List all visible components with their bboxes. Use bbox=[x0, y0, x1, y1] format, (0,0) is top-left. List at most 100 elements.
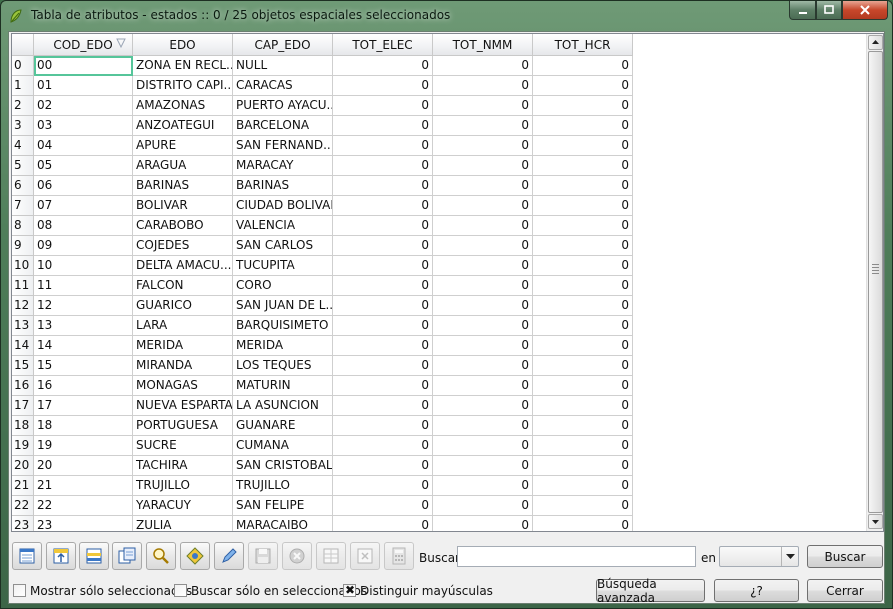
pan-to-selection-button[interactable] bbox=[180, 542, 210, 570]
table-cell[interactable]: TRUJILLO bbox=[133, 476, 233, 496]
table-cell[interactable]: 0 bbox=[333, 496, 433, 516]
copy-selected-rows-button[interactable] bbox=[112, 542, 142, 570]
table-row[interactable]: 19 19 SUCRE CUMANA 0 0 0 bbox=[12, 436, 633, 456]
table-cell[interactable]: 0 bbox=[533, 496, 633, 516]
combo-dropdown[interactable] bbox=[781, 547, 798, 566]
show-selected-only-checkbox[interactable] bbox=[13, 584, 26, 597]
table-cell[interactable]: DELTA AMACU... bbox=[133, 256, 233, 276]
table-cell[interactable]: MARACAY bbox=[233, 156, 333, 176]
table-cell[interactable]: 0 bbox=[533, 136, 633, 156]
table-cell[interactable]: AMAZONAS bbox=[133, 96, 233, 116]
table-cell[interactable]: 0 bbox=[333, 96, 433, 116]
table-corner-button[interactable] bbox=[12, 34, 34, 56]
table-cell[interactable]: PORTUGUESA bbox=[133, 416, 233, 436]
row-header[interactable]: 20 bbox=[12, 456, 34, 476]
table-cell[interactable]: 0 bbox=[333, 476, 433, 496]
table-cell[interactable]: 0 bbox=[433, 316, 533, 336]
table-cell[interactable]: NULL bbox=[233, 56, 333, 76]
row-header[interactable]: 15 bbox=[12, 356, 34, 376]
table-cell[interactable]: 0 bbox=[433, 156, 533, 176]
table-cell[interactable]: ANZOATEGUI bbox=[133, 116, 233, 136]
table-cell[interactable]: 21 bbox=[34, 476, 133, 496]
row-header[interactable]: 16 bbox=[12, 376, 34, 396]
table-cell[interactable]: 0 bbox=[333, 336, 433, 356]
table-cell[interactable]: 23 bbox=[34, 516, 133, 531]
table-cell[interactable]: 02 bbox=[34, 96, 133, 116]
table-cell[interactable]: 17 bbox=[34, 396, 133, 416]
table-row[interactable]: 17 17 NUEVA ESPARTA LA ASUNCION 0 0 0 bbox=[12, 396, 633, 416]
row-header[interactable]: 8 bbox=[12, 216, 34, 236]
table-cell[interactable]: ZULIA bbox=[133, 516, 233, 531]
table-row[interactable]: 6 06 BARINAS BARINAS 0 0 0 bbox=[12, 176, 633, 196]
table-cell[interactable]: 0 bbox=[433, 216, 533, 236]
table-cell[interactable]: 0 bbox=[433, 96, 533, 116]
table-cell[interactable]: 12 bbox=[34, 296, 133, 316]
table-row[interactable]: 8 08 CARABOBO VALENCIA 0 0 0 bbox=[12, 216, 633, 236]
column-header-tot-elec[interactable]: TOT_ELEC bbox=[333, 34, 433, 56]
table-cell[interactable]: 16 bbox=[34, 376, 133, 396]
table-cell[interactable]: VALENCIA bbox=[233, 216, 333, 236]
column-header-tot-nmm[interactable]: TOT_NMM bbox=[433, 34, 533, 56]
table-cell[interactable]: 0 bbox=[333, 56, 433, 76]
table-row[interactable]: 16 16 MONAGAS MATURIN 0 0 0 bbox=[12, 376, 633, 396]
table-cell[interactable]: 0 bbox=[433, 136, 533, 156]
table-cell[interactable]: GUANARE bbox=[233, 416, 333, 436]
table-cell[interactable]: 0 bbox=[433, 436, 533, 456]
table-cell[interactable]: PUERTO AYACU... bbox=[233, 96, 333, 116]
table-cell[interactable]: 0 bbox=[433, 236, 533, 256]
table-cell[interactable]: 03 bbox=[34, 116, 133, 136]
scroll-down-button[interactable] bbox=[868, 514, 883, 529]
row-header[interactable]: 4 bbox=[12, 136, 34, 156]
table-cell[interactable]: CARACAS bbox=[233, 76, 333, 96]
table-cell[interactable]: 0 bbox=[533, 196, 633, 216]
search-selected-only-checkbox[interactable] bbox=[174, 584, 187, 597]
table-row[interactable]: 23 23 ZULIA MARACAIBO 0 0 0 bbox=[12, 516, 633, 531]
table-cell[interactable]: 0 bbox=[333, 236, 433, 256]
table-cell[interactable]: SAN FELIPE bbox=[233, 496, 333, 516]
table-cell[interactable]: 04 bbox=[34, 136, 133, 156]
zoom-to-selection-button[interactable] bbox=[146, 542, 176, 570]
table-row[interactable]: 18 18 PORTUGUESA GUANARE 0 0 0 bbox=[12, 416, 633, 436]
table-cell[interactable]: 0 bbox=[533, 76, 633, 96]
table-cell[interactable]: 00 bbox=[34, 56, 133, 76]
table-cell[interactable]: 10 bbox=[34, 256, 133, 276]
table-cell[interactable]: CUMANA bbox=[233, 436, 333, 456]
table-cell[interactable]: 0 bbox=[433, 76, 533, 96]
toggle-editing-button[interactable] bbox=[214, 542, 244, 570]
table-cell[interactable]: ARAGUA bbox=[133, 156, 233, 176]
close-button[interactable]: Cerrar bbox=[807, 579, 883, 602]
table-cell[interactable]: 0 bbox=[533, 116, 633, 136]
row-header[interactable]: 2 bbox=[12, 96, 34, 116]
table-cell[interactable]: 0 bbox=[433, 116, 533, 136]
table-cell[interactable]: 07 bbox=[34, 196, 133, 216]
row-header[interactable]: 5 bbox=[12, 156, 34, 176]
table-cell[interactable]: BOLIVAR bbox=[133, 196, 233, 216]
table-cell[interactable]: 19 bbox=[34, 436, 133, 456]
table-cell[interactable]: BARINAS bbox=[133, 176, 233, 196]
table-cell[interactable]: MIRANDA bbox=[133, 356, 233, 376]
row-header[interactable]: 12 bbox=[12, 296, 34, 316]
table-cell[interactable]: 0 bbox=[333, 396, 433, 416]
table-cell[interactable]: 0 bbox=[333, 136, 433, 156]
table-cell[interactable]: 0 bbox=[533, 376, 633, 396]
case-sensitive-checkbox[interactable]: ✖ bbox=[343, 583, 356, 597]
table-row[interactable]: 12 12 GUARICO SAN JUAN DE L... 0 0 0 bbox=[12, 296, 633, 316]
table-cell[interactable]: 0 bbox=[533, 476, 633, 496]
table-row[interactable]: 3 03 ANZOATEGUI BARCELONA 0 0 0 bbox=[12, 116, 633, 136]
table-row[interactable]: 15 15 MIRANDA LOS TEQUES 0 0 0 bbox=[12, 356, 633, 376]
table-cell[interactable]: 0 bbox=[333, 276, 433, 296]
search-button[interactable]: Buscar bbox=[807, 545, 883, 568]
table-cell[interactable]: 18 bbox=[34, 416, 133, 436]
table-cell[interactable]: 0 bbox=[533, 96, 633, 116]
table-cell[interactable]: CARABOBO bbox=[133, 216, 233, 236]
table-cell[interactable]: SAN CARLOS bbox=[233, 236, 333, 256]
table-cell[interactable]: BARINAS bbox=[233, 176, 333, 196]
table-cell[interactable]: SAN FERNAND... bbox=[233, 136, 333, 156]
table-cell[interactable]: 0 bbox=[433, 56, 533, 76]
table-row[interactable]: 10 10 DELTA AMACU... TUCUPITA 0 0 0 bbox=[12, 256, 633, 276]
table-cell[interactable]: TRUJILLO bbox=[233, 476, 333, 496]
table-cell[interactable]: 0 bbox=[333, 196, 433, 216]
table-cell[interactable]: 0 bbox=[433, 356, 533, 376]
table-cell[interactable]: 06 bbox=[34, 176, 133, 196]
table-cell[interactable]: 0 bbox=[333, 296, 433, 316]
